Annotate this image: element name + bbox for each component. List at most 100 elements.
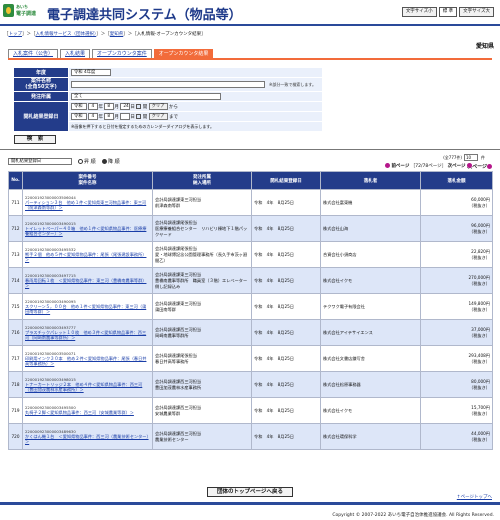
header-dept: 発注所属 納入場所 bbox=[152, 171, 252, 190]
department-select[interactable]: 全て bbox=[71, 93, 221, 100]
search-button[interactable]: 検 索 bbox=[14, 135, 56, 144]
app-title: 電子調達共同システム（物品等） bbox=[47, 8, 242, 23]
next-page-link[interactable]: 次ページ bbox=[448, 164, 466, 169]
item-name-note: ※部分一致で検索します。 bbox=[269, 82, 316, 87]
item-cell: 220001923000003506044 パーティション３台 他め１件＜愛知県東… bbox=[22, 189, 153, 216]
date-to-clear-button[interactable]: クリア bbox=[148, 113, 168, 120]
breadcrumb-org-link[interactable]: 愛知県 bbox=[110, 32, 124, 37]
table-row: 716 220000923000003493777 プラスチックパレット１０枚 他め… bbox=[8, 319, 493, 346]
tax-note: （税抜き） bbox=[469, 410, 490, 416]
row-no: 716 bbox=[8, 319, 23, 346]
item-name-link[interactable]: 熊手２個 他め５件＜愛知県物品事件：尾張（尾張建設事務所）＞ bbox=[25, 252, 150, 263]
logo-icon bbox=[3, 4, 14, 17]
row-no: 719 bbox=[8, 397, 23, 424]
item-name-link[interactable]: プラスチックパレット１０枚 他め３件＜愛知県物品事件：西三河（岡崎南農事等群所）… bbox=[25, 330, 150, 341]
tax-note: （税抜き） bbox=[469, 280, 490, 286]
header-date: 開札結果登録日 bbox=[251, 171, 321, 190]
amount-cell: 44,000円 （税抜き） bbox=[420, 423, 493, 450]
tab-open-counter-results[interactable]: オープンカウンタ結果 bbox=[153, 49, 214, 58]
fiscal-year-label: 年度 bbox=[13, 67, 69, 78]
result-date: 令和 4年 8月25日 bbox=[251, 189, 321, 216]
page-top-link[interactable]: ↑ページトップへ bbox=[457, 494, 492, 500]
dept-cell: 会計局調達課東三河担当 蒲田南等群 bbox=[152, 293, 252, 320]
back-to-org-top-button[interactable]: 団体のトップページへ戻る bbox=[207, 487, 293, 497]
date-from-open-label: 開 bbox=[142, 105, 148, 110]
date-from-year-select[interactable]: 4 bbox=[88, 103, 99, 110]
date-to-day-select[interactable] bbox=[120, 113, 131, 120]
radio-selected-icon bbox=[102, 159, 107, 164]
sort-select[interactable]: 開札結果登録日 bbox=[8, 158, 72, 165]
breadcrumb: ［トップ］＞［入札情報サービス（団体選択）］＞［愛知県］＞［入札情報-オープンカ… bbox=[4, 32, 206, 37]
amount-cell: 60,000円 （税抜き） bbox=[420, 189, 493, 216]
item-name-link[interactable]: 丸椅子２脚＜愛知県物品事件：西三河（安城農業等群）＞ bbox=[25, 410, 150, 416]
row-no: 711 bbox=[8, 189, 23, 216]
item-name-label: 案件名称 (全角50文字) bbox=[13, 77, 69, 92]
date-to-month-select[interactable]: 8 bbox=[104, 113, 115, 120]
date-to-era-select[interactable]: 令和 bbox=[71, 113, 87, 120]
delivery-place: 春日井高等事務所 bbox=[155, 358, 189, 364]
site-logo[interactable]: あいち 電子調達 bbox=[3, 3, 43, 22]
header-amount: 落札金額 bbox=[420, 171, 493, 190]
item-name-link[interactable]: かくはん機１台 ＜愛知県物品事件：西三河（農業技術センター）＞ bbox=[25, 434, 150, 445]
date-from-clear-button[interactable]: クリア bbox=[148, 103, 168, 110]
arrow-right-icon[interactable] bbox=[466, 163, 472, 168]
sort-asc-label: 昇 順 bbox=[84, 159, 96, 165]
item-cell: 220000923000003493777 プラスチックパレット１０枚 他め３件＜… bbox=[22, 319, 153, 346]
header-no: No. bbox=[8, 171, 23, 190]
date-from-suffix: から bbox=[168, 105, 178, 110]
tab-open-counter-items[interactable]: オープンカウンタ案件 bbox=[92, 49, 152, 58]
row-no: 714 bbox=[8, 267, 23, 294]
item-name-link[interactable]: トイレットペーパー４０箱 他め１件＜愛知県物品事件：医療療養組合センター）＞ bbox=[25, 226, 150, 237]
item-cell: 220001923000003500071 印刷用インク３０本 他め２件＜愛知県物… bbox=[22, 345, 153, 372]
winner-name: 株式会社富東機 bbox=[320, 189, 421, 216]
search-form: 年度 令和 4年度 案件名称 (全角50文字) 発注所属 全て 開札結果登録日 … bbox=[13, 67, 323, 132]
header-winner: 落札者 bbox=[320, 171, 421, 190]
item-name-link[interactable]: スクリーン５，００台 他め１件＜愛知県物品事件：東三河（蒲田南等群）＞ bbox=[25, 304, 150, 315]
arrow-left-icon[interactable] bbox=[385, 163, 390, 168]
tab-bid-notices[interactable]: 入札案件（公告） bbox=[8, 49, 59, 58]
amount-cell: 22,820円 （税抜き） bbox=[420, 241, 493, 268]
item-cell: 220000923000003489630 かくはん機１台 ＜愛知県物品事件：西三… bbox=[22, 423, 153, 450]
row-no: 718 bbox=[8, 371, 23, 398]
font-size-controls: 文字サイズ小 標 準 文字サイズ大 bbox=[401, 7, 494, 17]
item-name-input[interactable] bbox=[71, 81, 265, 88]
date-to-year-select[interactable]: 4 bbox=[88, 113, 99, 120]
sort-asc-radio[interactable]: 昇 順 bbox=[78, 158, 96, 165]
result-date: 令和 4年 8月25日 bbox=[251, 371, 321, 398]
tab-bid-results[interactable]: 入札結果 bbox=[60, 49, 91, 58]
dept-cell: 会計局調達課西三河担当 岡崎南農事等群所 bbox=[152, 319, 252, 346]
font-standard-button[interactable]: 標 準 bbox=[438, 7, 458, 17]
item-name-link[interactable]: 春雨用回転１枚 ＜愛知県物品事件：東三河（豊橋南農事等群）＞ bbox=[25, 278, 150, 289]
fiscal-year-select[interactable]: 令和 4年度 bbox=[71, 69, 111, 76]
table-row: 714 220001923000003497715 春雨用回転１枚 ＜愛知県物品事件… bbox=[8, 267, 493, 294]
date-from-era-select[interactable]: 令和 bbox=[71, 103, 87, 110]
sort-desc-radio[interactable]: 降 順 bbox=[102, 158, 120, 165]
per-page-select[interactable]: 10 bbox=[464, 154, 478, 161]
calendar-icon[interactable] bbox=[136, 114, 142, 119]
org-name: 愛知県 bbox=[475, 43, 494, 50]
calendar-icon[interactable] bbox=[136, 104, 142, 109]
font-large-button[interactable]: 文字サイズ大 bbox=[459, 7, 494, 17]
item-cell: 220001923000003490095 スクリーン５，００台 他め１件＜愛知県… bbox=[22, 293, 153, 320]
prev-page-link[interactable]: 前ページ bbox=[391, 164, 409, 169]
sort-desc-label: 降 順 bbox=[108, 159, 120, 165]
logo-text-bottom: 電子調達 bbox=[16, 11, 37, 17]
department-label: 発注所属 bbox=[13, 91, 69, 102]
item-name-link[interactable]: パーティション３台 他め１件＜愛知県東三河物品事件：東三河（前津森南等群）＞ bbox=[25, 200, 150, 211]
header-item: 案件番号 案件名称 bbox=[22, 171, 153, 190]
row-no: 713 bbox=[8, 241, 23, 268]
copyright: Copyright © 2007-2022 あいち電子自治体推進協議会. All… bbox=[332, 513, 494, 518]
winner-name: 株式会社松原事務器 bbox=[320, 371, 421, 398]
tax-note: （税抜き） bbox=[469, 202, 490, 208]
date-from-month-select[interactable]: 8 bbox=[104, 103, 115, 110]
item-name-link[interactable]: トナーカートリッジ２本 他め４件＜愛知県物品事件：西三河（豊田加茂農林水産事務所… bbox=[25, 382, 150, 393]
delivery-place: 愛・地球博記念公園管理事務所（長久手市茨ヶ廻間乙） bbox=[155, 251, 248, 263]
result-date: 令和 4年 8月25日 bbox=[251, 293, 321, 320]
item-name-link[interactable]: 印刷用インク３０本 他め２件＜愛知県物品事件：尾張（春日井高等事務所）＞ bbox=[25, 356, 150, 367]
date-from-day-select[interactable]: 24 bbox=[120, 103, 131, 110]
amount-cell: 15,700円 （税抜き） bbox=[420, 397, 493, 424]
breadcrumb-service-link[interactable]: 入札情報サービス（団体選択） bbox=[36, 32, 97, 37]
breadcrumb-top-link[interactable]: トップ bbox=[9, 32, 23, 37]
font-small-button[interactable]: 文字サイズ小 bbox=[401, 7, 437, 17]
tax-note: （税抜き） bbox=[469, 254, 490, 260]
